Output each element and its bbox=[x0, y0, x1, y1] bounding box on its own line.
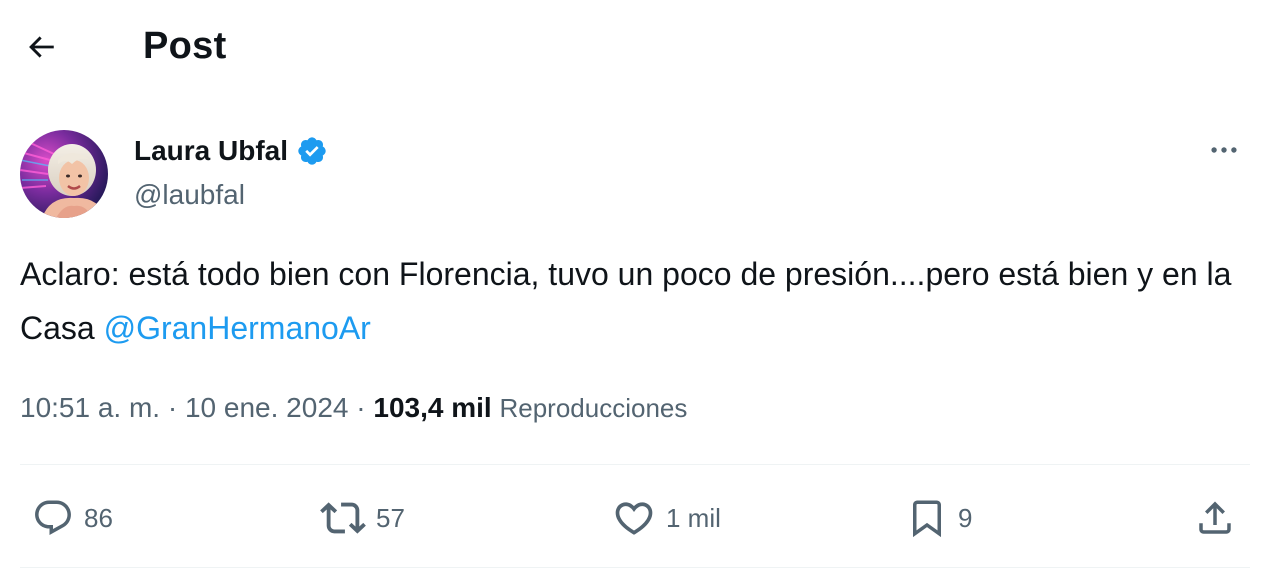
author-name-text: Laura Ubfal bbox=[134, 135, 289, 166]
verified-badge-icon[interactable] bbox=[296, 135, 328, 167]
bookmark-icon bbox=[906, 497, 948, 539]
divider bbox=[20, 464, 1250, 465]
page-title: Post bbox=[143, 25, 227, 67]
post-meta: 10:51 a. m. · 10 ene. 2024 · 103,4 mil R… bbox=[20, 388, 687, 428]
reply-button[interactable]: 86 bbox=[32, 490, 113, 546]
meta-separator: · bbox=[167, 392, 178, 423]
share-icon bbox=[1194, 497, 1236, 539]
reply-count: 86 bbox=[84, 502, 113, 533]
reply-icon bbox=[32, 497, 74, 539]
heart-icon bbox=[612, 496, 656, 540]
bookmark-count: 9 bbox=[958, 502, 973, 533]
arrow-left-icon bbox=[24, 30, 58, 64]
page-header: Post bbox=[0, 0, 1280, 92]
author-handle[interactable]: @laubfal bbox=[134, 176, 245, 214]
repost-button[interactable]: 57 bbox=[320, 490, 405, 546]
post-time[interactable]: 10:51 a. m. bbox=[20, 392, 160, 423]
repost-count: 57 bbox=[376, 502, 405, 533]
like-count: 1 mil bbox=[666, 502, 721, 533]
post-date[interactable]: 10 ene. 2024 bbox=[185, 392, 349, 423]
mention-link[interactable]: @GranHermanoAr bbox=[104, 310, 371, 346]
share-button[interactable] bbox=[1194, 490, 1236, 546]
views-count[interactable]: 103,4 mil bbox=[373, 392, 491, 423]
like-button[interactable]: 1 mil bbox=[612, 490, 721, 546]
more-dots-icon bbox=[1207, 133, 1241, 167]
divider bbox=[20, 567, 1250, 568]
more-options-button[interactable] bbox=[1204, 130, 1244, 170]
post-text: Aclaro: está todo bien con Florencia, tu… bbox=[20, 247, 1260, 355]
views-label: Reproducciones bbox=[499, 393, 688, 423]
avatar[interactable] bbox=[20, 130, 108, 218]
post-actions: 86 57 1 mil 9 bbox=[0, 490, 1280, 546]
author-name[interactable]: Laura Ubfal bbox=[134, 132, 328, 170]
bookmark-button[interactable]: 9 bbox=[906, 490, 972, 546]
meta-separator: · bbox=[356, 392, 366, 423]
repost-icon bbox=[320, 495, 366, 541]
back-button[interactable] bbox=[20, 26, 62, 68]
